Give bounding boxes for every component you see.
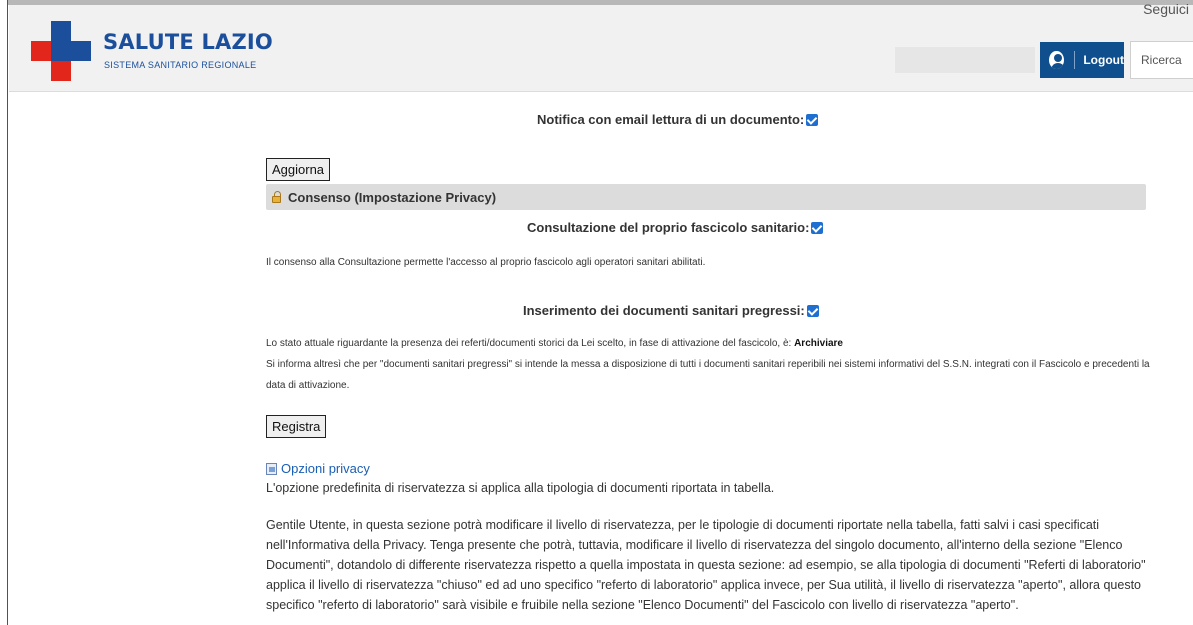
email-notification-label: Notifica con email lettura di un documen… [537,112,805,127]
brand-title[interactable]: SALUTE LAZIO [103,30,273,54]
stato-value: Archiviare [794,338,843,349]
consultazione-row: Consultazione del proprio fascicolo sani… [527,220,824,235]
consenso-section-header: Consenso (Impostazione Privacy) [266,184,1146,210]
consultazione-label: Consultazione del proprio fascicolo sani… [527,220,810,235]
gentile-line-5: specifico "referto di laboratorio" sarà … [266,598,1019,612]
salute-lazio-logo-icon[interactable] [31,21,91,81]
email-notification-row: Notifica con email lettura di un documen… [537,112,819,127]
document-icon [266,462,277,475]
brand-subtitle: SISTEMA SANITARIO REGIONALE [104,60,257,70]
pregressi-checkbox[interactable] [806,304,819,317]
user-icon [1049,51,1064,69]
lock-icon [272,191,281,203]
search-input[interactable] [1130,41,1193,79]
consultazione-note: Il consenso alla Consultazione permette … [266,257,706,268]
informa-line-2: data di attivazione. [266,380,350,391]
gentile-line-3: Documenti", dotandolo di differente rise… [266,558,1146,572]
stato-text: Lo stato attuale riguardante la presenza… [266,333,843,355]
aggiorna-button[interactable]: Aggiorna [266,158,331,181]
registra-button[interactable]: Registra [266,415,327,438]
pregressi-label: Inserimento dei documenti sanitari pregr… [523,303,805,318]
seguici-label[interactable]: Seguici [1143,1,1189,17]
stato-label: Lo stato attuale riguardante la presenza… [266,338,795,349]
pregressi-row: Inserimento dei documenti sanitari pregr… [523,303,819,318]
gentile-line-2: nell'Informativa della Privacy. Tenga pr… [266,538,1123,552]
gentile-line-4: applica il livello di riservatezza "chiu… [266,578,1141,592]
informa-line-1: Si informa altresì che per "documenti sa… [266,359,1150,370]
privacy-default-text: L'opzione predefinita di riservatezza si… [266,481,775,495]
header-placeholder-bar [895,47,1035,73]
logout-label: Logout [1083,53,1124,67]
consultazione-checkbox[interactable] [811,221,824,234]
email-notification-checkbox[interactable] [806,113,819,126]
opzioni-privacy-label: Opzioni privacy [281,461,370,476]
opzioni-privacy-link[interactable]: Opzioni privacy [266,461,370,476]
gentile-line-1: Gentile Utente, in questa sezione potrà … [266,518,1100,532]
logout-button[interactable]: Logout [1040,42,1124,78]
consenso-section-title: Consenso (Impostazione Privacy) [288,189,497,205]
window-left-border [0,0,8,625]
site-header: SALUTE LAZIO SISTEMA SANITARIO REGIONALE… [9,1,1193,92]
logout-separator [1073,51,1075,69]
